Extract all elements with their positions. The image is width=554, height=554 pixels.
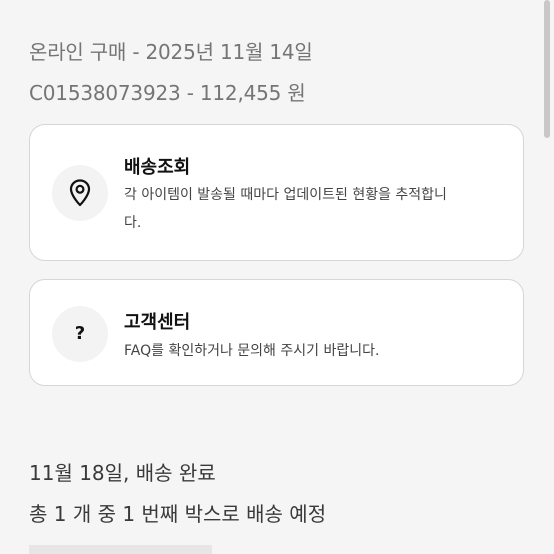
scrollbar-thumb[interactable] <box>544 0 550 138</box>
tracking-icon-wrapper <box>52 165 108 221</box>
order-number-amount: C01538073923 - 112,455 원 <box>29 81 306 105</box>
tracking-title: 배송조회 <box>124 157 191 178</box>
product-image-placeholder <box>29 545 212 554</box>
tracking-description: 각 아이템이 발송될 때마다 업데이트된 현황을 추적합니다. <box>124 187 447 231</box>
support-icon-wrapper: ? <box>52 306 108 362</box>
customer-service-title: 고객센터 <box>124 312 191 333</box>
customer-service-description: FAQ를 확인하거나 문의해 주시기 바랍니다. <box>124 343 380 359</box>
question-mark-icon: ? <box>74 323 86 344</box>
order-detail-page: 온라인 구매 - 2025년 11월 14일 C01538073923 - 11… <box>0 0 554 554</box>
shipment-box-info: 총 1 개 중 1 번째 박스로 배송 예정 <box>29 502 327 526</box>
location-pin-icon <box>69 179 91 207</box>
customer-service-card[interactable]: ? 고객센터 FAQ를 확인하거나 문의해 주시기 바랍니다. <box>29 279 524 386</box>
scrollbar[interactable] <box>544 0 550 554</box>
tracking-card[interactable]: 배송조회 각 아이템이 발송될 때마다 업데이트된 현황을 추적합니다. <box>29 124 524 261</box>
order-purchase-info: 온라인 구매 - 2025년 11월 14일 <box>29 40 313 64</box>
shipment-status: 11월 18일, 배송 완료 <box>29 461 216 485</box>
